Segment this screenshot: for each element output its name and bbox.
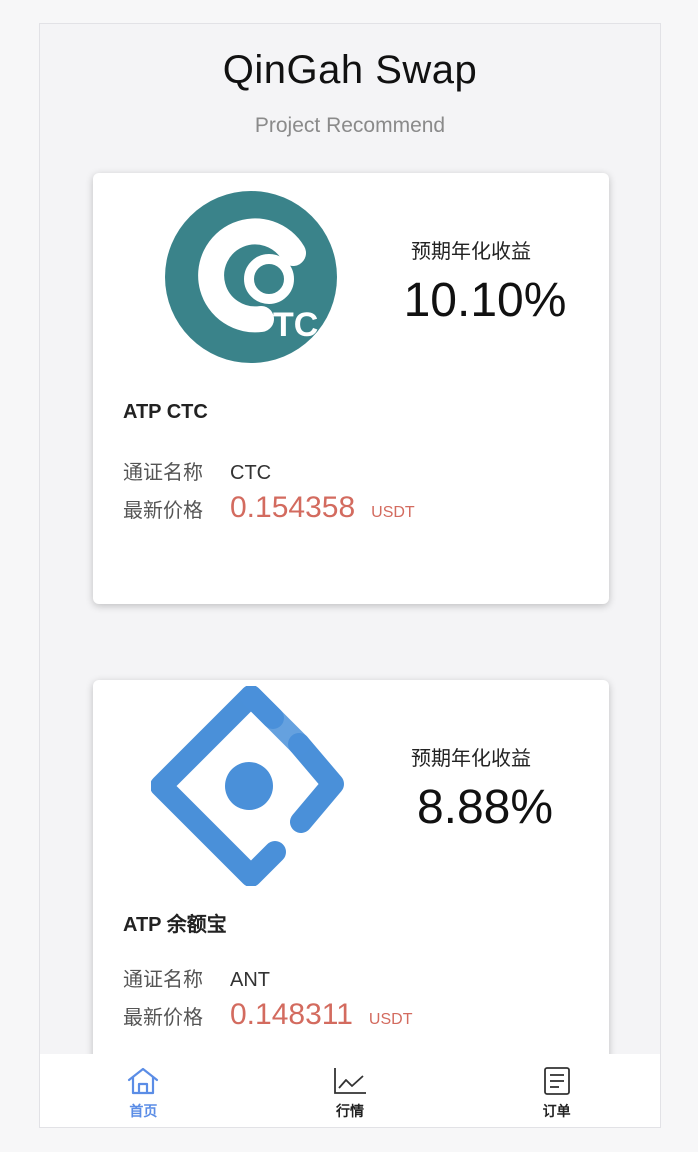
page-subtitle: Project Recommend <box>254 114 446 137</box>
price-value: 0.154358 <box>230 491 356 524</box>
tab-orders[interactable]: 订单 <box>453 1054 660 1127</box>
ant-logo-icon <box>151 686 351 886</box>
price-row: 最新价格 0.154358 USDT <box>123 491 415 525</box>
project-name: ATP 余额宝 <box>123 914 227 936</box>
phone-screen: QinGah Swap Project Recommend TC 预期年化收益 … <box>39 23 661 1128</box>
token-label: 通证名称 <box>123 462 203 484</box>
token-row: 通证名称 CTC <box>123 456 271 485</box>
tab-home[interactable]: 首页 <box>40 1054 247 1127</box>
token-label: 通证名称 <box>123 969 203 991</box>
price-unit: USDT <box>368 1011 413 1028</box>
price-label: 最新价格 <box>123 1007 203 1029</box>
price-row: 最新价格 0.148311 USDT <box>123 998 412 1032</box>
yield-value: 8.88% <box>416 781 554 834</box>
ctc-logo-icon: TC <box>165 191 337 363</box>
project-name: ATP CTC <box>123 401 208 423</box>
tab-home-label: 首页 <box>129 1103 158 1119</box>
price-unit: USDT <box>371 504 415 521</box>
page-title: QinGah Swap <box>222 48 478 92</box>
token-row: 通证名称 ANT <box>123 963 270 992</box>
price-value: 0.148311 <box>230 998 353 1031</box>
yield-label: 预期年化收益 <box>411 241 531 263</box>
tab-market[interactable]: 行情 <box>247 1054 454 1127</box>
bottom-tab-bar: 首页 行情 订单 <box>40 1054 660 1127</box>
tab-market-label: 行情 <box>336 1103 364 1119</box>
price-label: 最新价格 <box>123 500 203 522</box>
document-icon <box>543 1067 570 1095</box>
token-value: CTC <box>230 462 272 484</box>
home-icon <box>128 1067 159 1095</box>
yield-value: 10.10% <box>403 274 567 327</box>
svg-text:TC: TC <box>273 306 318 344</box>
tab-orders-label: 订单 <box>542 1103 571 1119</box>
project-card-ctc[interactable]: TC 预期年化收益 10.10% ATP CTC 通证名称 CTC 最新价格 0… <box>93 173 609 604</box>
chart-line-icon <box>334 1068 366 1094</box>
yield-label: 预期年化收益 <box>411 748 531 770</box>
token-value: ANT <box>230 969 270 991</box>
